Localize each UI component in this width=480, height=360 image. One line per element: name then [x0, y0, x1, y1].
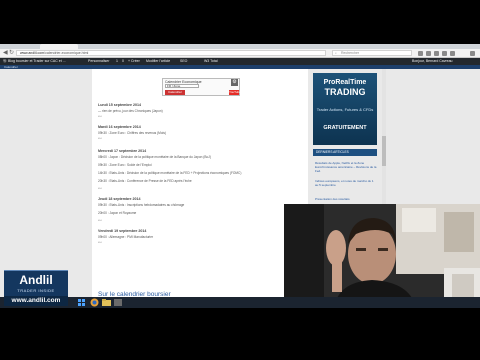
- folder-icon[interactable]: [102, 299, 111, 306]
- event-line: 08h00 : Japon : Décision de la politique…: [98, 155, 211, 159]
- event-line: 09h30 : Zone Euro : Chiffres des revenus…: [98, 131, 166, 135]
- logo-tagline: TRADER INSIDE: [17, 288, 55, 293]
- ad-cta: GRATUITEMENT: [323, 125, 367, 131]
- calendar-select[interactable]: FR / Zone: [165, 84, 199, 88]
- desktop-screen: ◀ ↻ www.andlil.com/calendrier-economique…: [0, 44, 480, 308]
- separator: ***: [98, 219, 102, 223]
- day-heading: Mercredi 17 septembre 2014: [98, 149, 147, 153]
- extension-icon[interactable]: [442, 51, 447, 56]
- site-nav-item[interactable]: Calendrier: [4, 65, 18, 69]
- sidebar-heading: DERNIERS ARTICLES: [313, 149, 377, 156]
- admin-bar-w3[interactable]: W3 Total: [204, 58, 218, 65]
- sidebar-link[interactable]: Indices européens, et notes de marché du…: [315, 179, 377, 187]
- day-heading: Jeudi 18 septembre 2014: [98, 197, 141, 201]
- event-line: 09h00 : Allemagne : PMI Manufacturier: [98, 235, 154, 239]
- browser-icon[interactable]: [90, 298, 99, 307]
- gear-icon[interactable]: ⚙: [231, 79, 238, 86]
- article-content: Calendrier Economique FR / Zone Calendri…: [92, 69, 308, 308]
- event-line: 14h30 : Etats-Unis : Décision de la poli…: [98, 171, 242, 175]
- browser-toolbar: ◀ ↻ www.andlil.com/calendrier-economique…: [0, 49, 480, 58]
- logo-word: Andlil: [19, 273, 53, 287]
- wordpress-admin-bar: Ⓦ Blog boursier et Trader sur CAC et ...…: [0, 58, 480, 65]
- download-icon[interactable]: [426, 51, 431, 56]
- ad-subtitle: Trader Actions, Futures & CFDs: [316, 107, 374, 112]
- sidebar-link[interactable]: Résultats de Apple, Netflix et la Zone E…: [315, 161, 377, 173]
- scrollbar-thumb[interactable]: [382, 136, 386, 166]
- url-path: /calendrier-economique.html: [44, 51, 89, 55]
- ad-brand-main: TRADING: [324, 87, 366, 97]
- admin-bar-seo[interactable]: SEO: [180, 58, 187, 65]
- search-placeholder: Rechercher: [341, 51, 360, 55]
- wp-logo-icon[interactable]: Ⓦ: [3, 58, 7, 65]
- event-line: 20h00 : Japon et Royaume: [98, 211, 137, 215]
- sidebar-link[interactable]: Présentation des résultats: [315, 197, 377, 201]
- separator: ***: [98, 137, 102, 141]
- calendar-button[interactable]: Calendrier: [165, 90, 185, 95]
- admin-bar-updates[interactable]: 1: [116, 58, 118, 65]
- event-line: 20h30 : Etats-Unis : Conférence de Press…: [98, 179, 192, 183]
- menu-icon[interactable]: [470, 51, 475, 56]
- admin-bar-edit[interactable]: Modifier l'article: [146, 58, 170, 65]
- day-heading: Vendredi 19 septembre 2014: [98, 229, 147, 233]
- separator: ***: [98, 187, 102, 191]
- event-line: 09h30 : Zone Euro : Solde de l'Emploi: [98, 163, 152, 167]
- url-host: www.andlil.com: [20, 51, 45, 55]
- app-icon[interactable]: [114, 299, 122, 306]
- admin-bar-new[interactable]: + Créer: [128, 58, 140, 65]
- event-line: 09h30 : Etats-Unis : Inscriptions hebdom…: [98, 203, 185, 207]
- calendar-widget: Calendrier Economique FR / Zone Calendri…: [162, 78, 241, 96]
- separator: ***: [98, 115, 102, 119]
- admin-bar-customize[interactable]: Personnaliser: [88, 58, 109, 65]
- youtube-button[interactable]: YouTube: [229, 90, 241, 95]
- separator: ***: [98, 241, 102, 245]
- reload-icon[interactable]: ↻: [9, 50, 14, 56]
- addon-icon[interactable]: [450, 51, 455, 56]
- admin-bar-comments[interactable]: 0: [122, 58, 124, 65]
- webcam-overlay: [284, 204, 480, 308]
- search-icon: ⌕: [335, 51, 337, 55]
- url-field[interactable]: www.andlil.com/calendrier-economique.htm…: [16, 50, 326, 56]
- day-heading: Lundi 15 septembre 2014: [98, 103, 141, 107]
- windows-start-icon[interactable]: [78, 299, 86, 306]
- taskbar: [0, 297, 480, 308]
- andlil-logo: Andlil TRADER INSIDE www.andlil.com: [4, 270, 68, 306]
- bookmark-icon[interactable]: [418, 51, 423, 56]
- back-icon[interactable]: ◀: [3, 50, 8, 56]
- home-icon[interactable]: [434, 51, 439, 56]
- ad-brand-top: ProRealTime: [323, 79, 367, 86]
- day-heading: Mardi 16 septembre 2014: [98, 125, 141, 129]
- logo-url: www.andlil.com: [4, 296, 68, 306]
- event-line: — rien de prévu, jour des Chroniques (Ja…: [98, 109, 163, 113]
- prorealtime-ad[interactable]: ProRealTime TRADING Trader Actions, Futu…: [313, 73, 377, 145]
- admin-bar-site[interactable]: Blog boursier et Trader sur CAC et ...: [8, 58, 66, 65]
- admin-bar-user[interactable]: Bonjour, Bernard Cavreau: [412, 58, 452, 65]
- search-input[interactable]: ⌕ Rechercher: [332, 50, 412, 56]
